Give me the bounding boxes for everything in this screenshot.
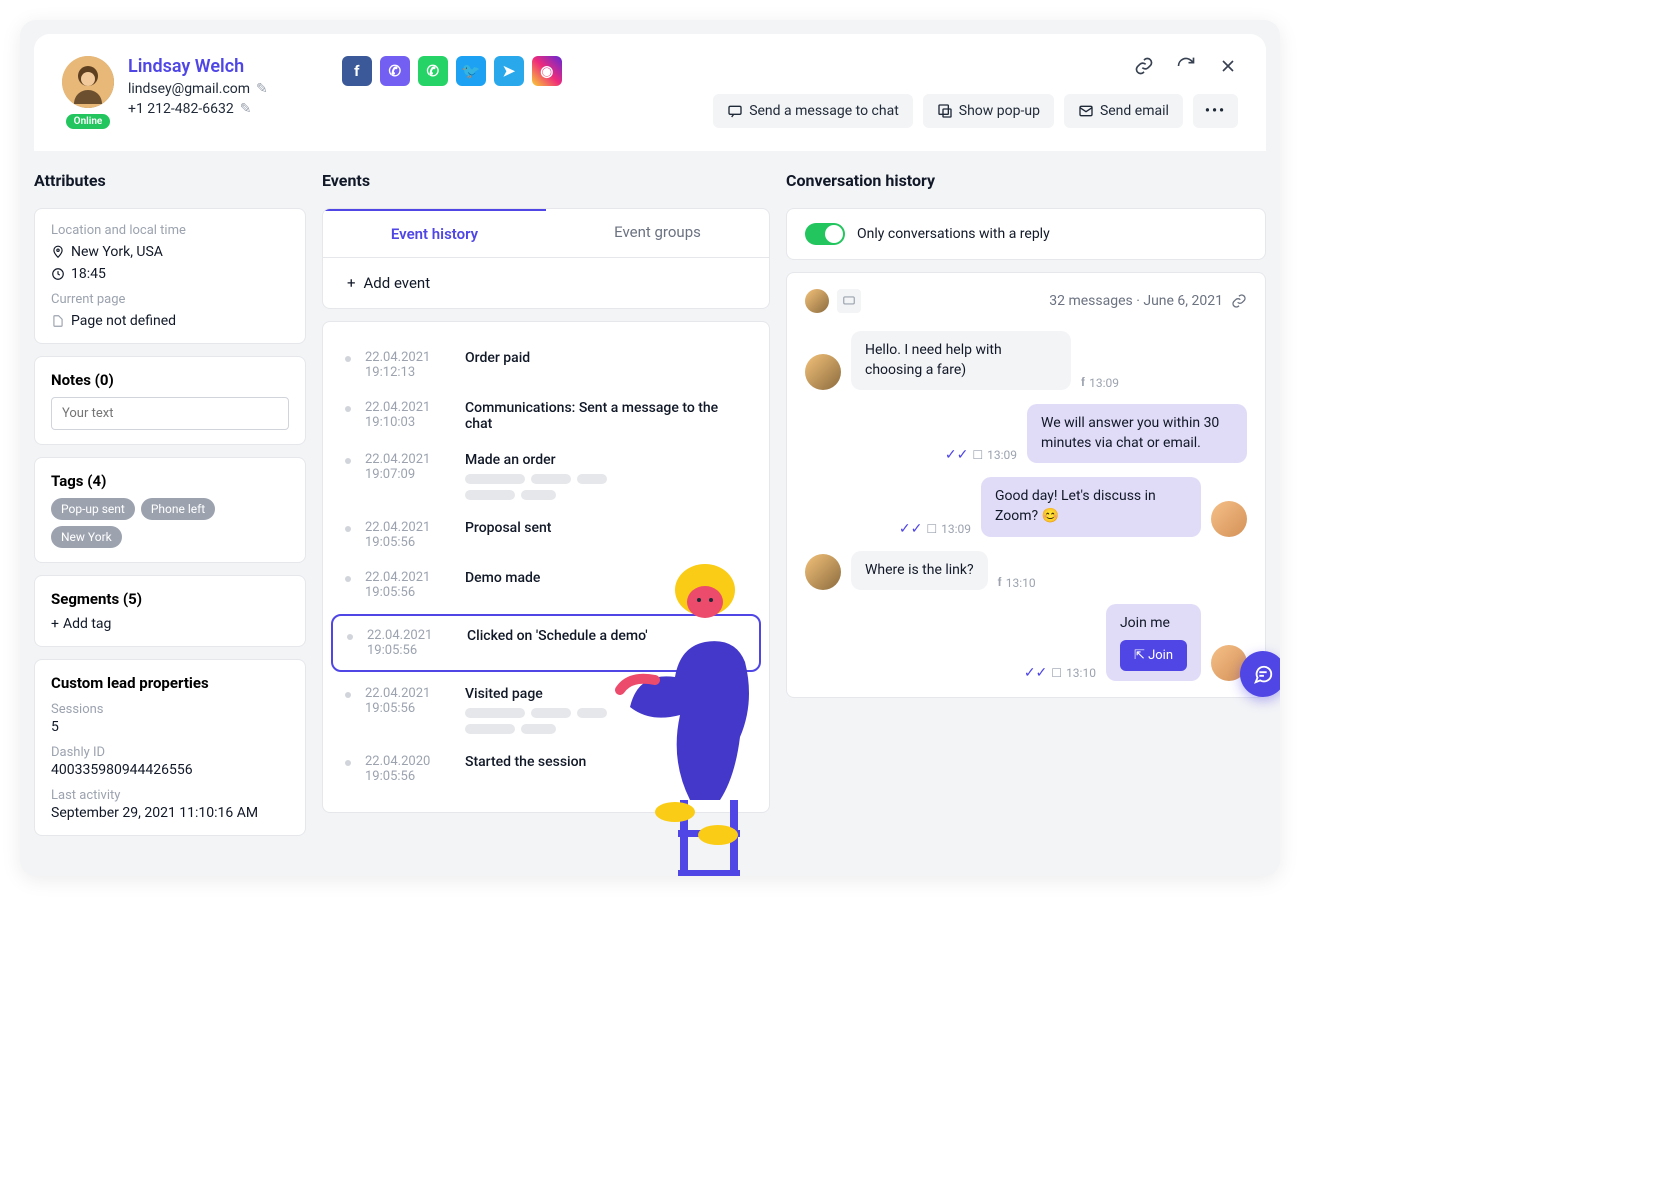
event-row[interactable]: 22.04.202119:10:03Communications: Sent a… xyxy=(345,390,747,442)
more-button[interactable]: ••• xyxy=(1193,94,1238,128)
tags-card: Tags (4) Pop-up sentPhone leftNew York xyxy=(34,457,306,563)
event-row[interactable]: 22.04.202119:05:56Demo made xyxy=(345,560,747,610)
send-chat-button[interactable]: Send a message to chat xyxy=(713,94,913,128)
location-icon xyxy=(51,245,65,259)
conv-link-icon[interactable] xyxy=(1231,293,1247,309)
profile-header: Online Lindsay Welch lindsey@gmail.com✎ … xyxy=(34,34,1266,151)
chat-icon xyxy=(837,289,861,313)
tab-event-groups[interactable]: Event groups xyxy=(546,209,769,257)
agent-avatar xyxy=(1211,501,1247,537)
show-popup-button[interactable]: Show pop-up xyxy=(923,94,1054,128)
avatar xyxy=(62,56,114,108)
link-icon[interactable] xyxy=(1134,56,1154,76)
attributes-card: Location and local time New York, USA 18… xyxy=(34,208,306,344)
event-row[interactable]: 22.04.202119:05:56Clicked on 'Schedule a… xyxy=(331,614,761,672)
segments-card: Segments (5) +Add tag xyxy=(34,575,306,647)
add-tag-button[interactable]: +Add tag xyxy=(51,616,289,632)
event-row[interactable]: 22.04.202119:07:09Made an order xyxy=(345,442,747,510)
viber-icon[interactable]: ✆ xyxy=(380,56,410,86)
message-row: Where is the link?𝐟13:10 xyxy=(805,551,1247,591)
events-title: Events xyxy=(322,171,770,190)
message-avatar xyxy=(805,554,841,590)
instagram-icon[interactable]: ◉ xyxy=(532,56,562,86)
message-row: ✓✓☐13:09Good day! Let's discuss in Zoom?… xyxy=(805,477,1247,536)
clock-icon xyxy=(51,267,65,281)
edit-phone-icon[interactable]: ✎ xyxy=(240,101,252,117)
message-row: Hello. I need help with choosing a fare)… xyxy=(805,331,1247,390)
message-row: ✓✓☐13:10Join me⇱ Join xyxy=(805,604,1247,681)
status-badge: Online xyxy=(66,114,111,129)
profile-phone: +1 212-482-6632 xyxy=(128,101,234,117)
profile-name[interactable]: Lindsay Welch xyxy=(128,56,268,77)
join-button[interactable]: ⇱ Join xyxy=(1120,640,1187,671)
conv-avatar xyxy=(805,289,829,313)
message-avatar xyxy=(805,354,841,390)
telegram-icon[interactable]: ➤ xyxy=(494,56,524,86)
message-row: ✓✓☐13:09We will answer you within 30 min… xyxy=(805,404,1247,463)
events-list: 22.04.202119:12:13Order paid22.04.202119… xyxy=(322,321,770,813)
add-event-button[interactable]: +Add event xyxy=(322,258,770,309)
edit-email-icon[interactable]: ✎ xyxy=(256,81,268,97)
tab-event-history[interactable]: Event history xyxy=(323,209,546,257)
page-icon xyxy=(51,314,65,328)
tag[interactable]: Phone left xyxy=(141,498,215,520)
filter-row: Only conversations with a reply xyxy=(786,208,1266,260)
event-row[interactable]: 22.04.202119:05:56Proposal sent xyxy=(345,510,747,560)
whatsapp-icon[interactable]: ✆ xyxy=(418,56,448,86)
chat-fab[interactable] xyxy=(1240,651,1280,697)
tag[interactable]: Pop-up sent xyxy=(51,498,135,520)
twitter-icon[interactable]: 🐦 xyxy=(456,56,486,86)
profile-email: lindsey@gmail.com xyxy=(128,81,250,97)
conversation-card: 32 messages · June 6, 2021 Hello. I need… xyxy=(786,272,1266,698)
reply-filter-toggle[interactable] xyxy=(805,223,845,245)
custom-props-card: Custom lead properties Sessions 5 Dashly… xyxy=(34,659,306,836)
notes-input[interactable] xyxy=(51,397,289,430)
close-icon[interactable] xyxy=(1218,56,1238,76)
event-row[interactable]: 22.04.202119:12:13Order paid xyxy=(345,340,747,390)
attributes-title: Attributes xyxy=(34,171,306,190)
notes-card: Notes (0) xyxy=(34,356,306,445)
tag[interactable]: New York xyxy=(51,526,122,548)
send-email-button[interactable]: Send email xyxy=(1064,94,1183,128)
event-row[interactable]: 22.04.202119:05:56Visited page xyxy=(345,676,747,744)
conversation-title: Conversation history xyxy=(786,171,1266,190)
refresh-icon[interactable] xyxy=(1176,56,1196,76)
facebook-icon[interactable]: f xyxy=(342,56,372,86)
event-row[interactable]: 22.04.202019:05:56Started the session xyxy=(345,744,747,794)
